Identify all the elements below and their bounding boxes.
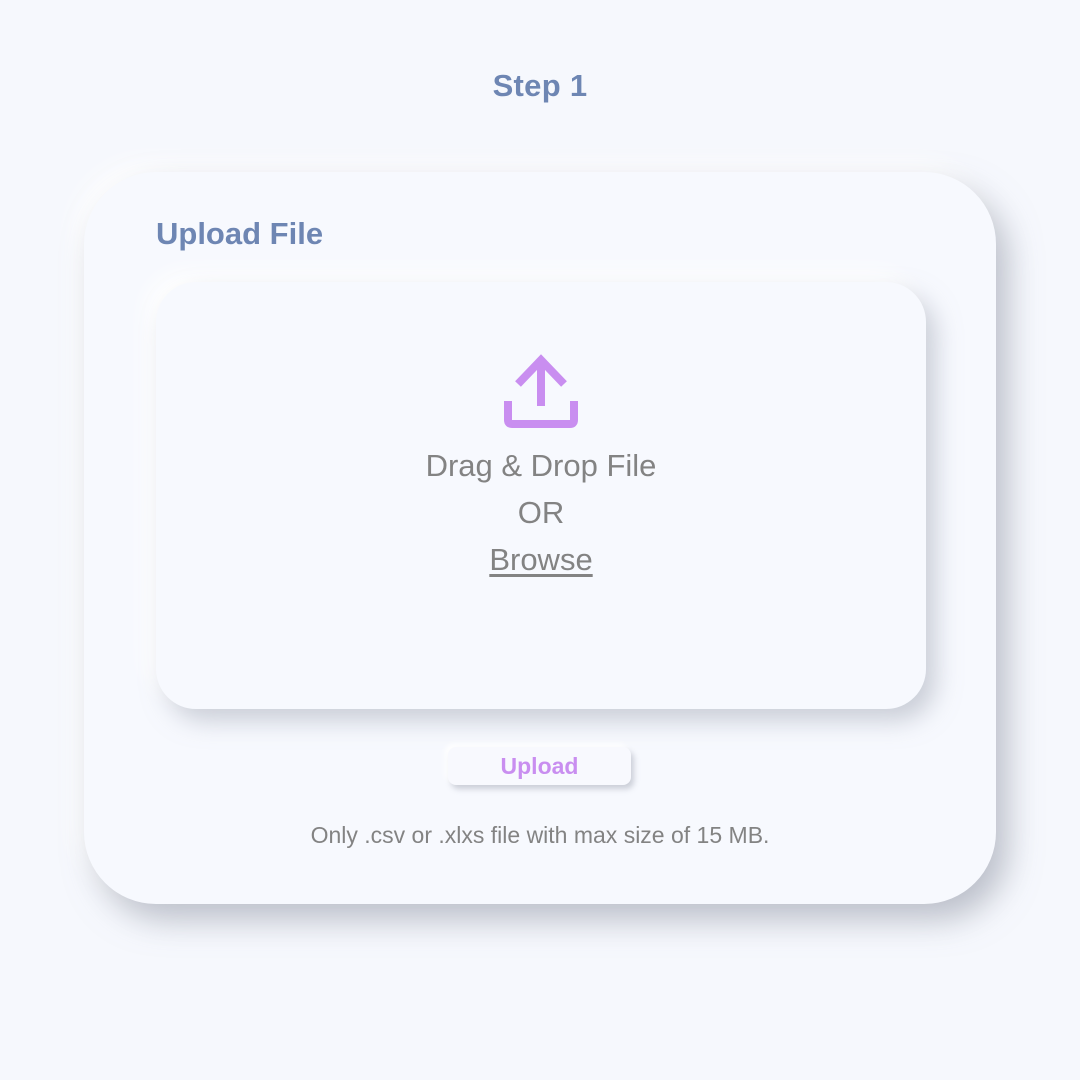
or-text: OR (517, 495, 565, 530)
browse-link[interactable]: Browse (489, 542, 592, 578)
step-title: Step 1 (492, 68, 588, 103)
drop-zone[interactable]: Drag & Drop File OR Browse (156, 282, 926, 709)
card-title: Upload File (156, 216, 324, 251)
upload-button[interactable]: Upload (448, 747, 631, 785)
file-requirements-note: Only .csv or .xlxs file with max size of… (310, 822, 770, 848)
upload-card: Upload File Drag & Drop File OR Browse U… (84, 172, 996, 904)
upload-icon (504, 354, 578, 428)
drag-drop-text: Drag & Drop File (425, 448, 657, 483)
